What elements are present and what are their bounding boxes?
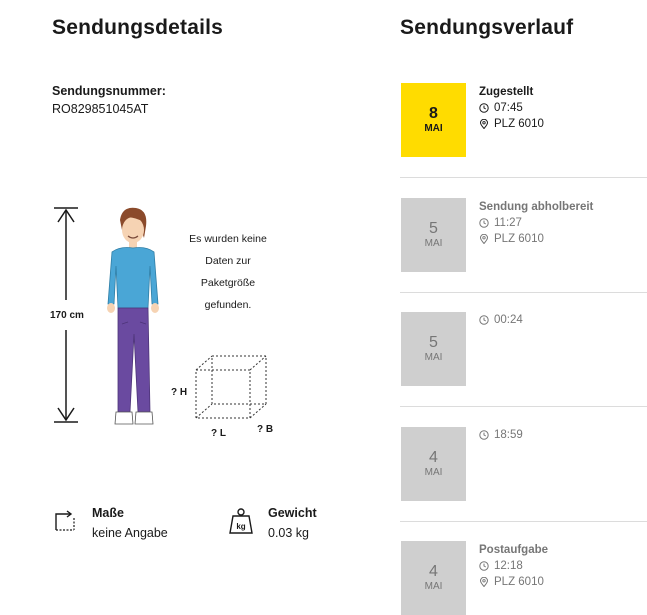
event-divider: [400, 521, 647, 522]
event-details: Postaufgabe 12:18 PLZ 6010: [479, 544, 548, 588]
event-month: MAI: [424, 123, 443, 134]
dim-width-label: ? B: [257, 424, 274, 435]
location-pin-icon: [479, 234, 489, 244]
event-status: Sendung abholbereit: [479, 201, 594, 213]
event-time: 00:24: [494, 314, 523, 326]
dim-height-label: ? H: [171, 387, 188, 398]
event-time: 12:18: [494, 560, 523, 572]
person-illustration: [107, 207, 159, 425]
event-month: MAI: [424, 467, 443, 478]
details-section: Sendungsdetails: [52, 16, 223, 40]
no-data-line-1: Es wurden keine: [189, 233, 267, 245]
event-day: 4: [429, 449, 438, 466]
event-time: 18:59: [494, 429, 523, 441]
event-divider: [400, 406, 647, 407]
details-heading: Sendungsdetails: [52, 16, 224, 39]
no-data-line-4: gefunden.: [204, 299, 252, 311]
event-date-box: 8 MAI: [401, 83, 466, 157]
size-title: Maße: [92, 506, 124, 520]
event-date-box: 5 MAI: [401, 198, 466, 272]
history-section: Sendungsverlauf: [400, 16, 573, 40]
dimensions-icon: [55, 510, 75, 531]
location-pin-icon: [479, 577, 489, 587]
shipment-number-label: Sendungsnummer:: [52, 84, 166, 98]
event-day: 5: [429, 334, 438, 351]
event-date-box: 4 MAI: [401, 427, 466, 501]
event-divider: [400, 292, 647, 293]
weight-title: Gewicht: [268, 506, 317, 520]
event-location: PLZ 6010: [494, 576, 544, 588]
shipment-number-value: RO829851045AT: [52, 102, 149, 116]
clock-icon: [479, 315, 489, 325]
event-date-box: 5 MAI: [401, 312, 466, 386]
location-pin-icon: [479, 119, 489, 129]
event-month: MAI: [424, 352, 443, 363]
event-day: 5: [429, 220, 438, 237]
event-details: 00:24: [479, 314, 523, 326]
event-status: Zugestellt: [479, 86, 534, 98]
no-data-line-2: Daten zur: [205, 255, 251, 267]
size-value: keine Angabe: [92, 526, 168, 540]
event-date-box: 4 MAI: [401, 541, 466, 615]
package-box-illustration: [195, 355, 267, 419]
height-label: 170 cm: [50, 310, 84, 321]
clock-icon: [479, 430, 489, 440]
clock-icon: [479, 103, 489, 113]
event-time: 07:45: [494, 102, 523, 114]
weight-icon: kg: [229, 508, 253, 534]
clock-icon: [479, 561, 489, 571]
weight-value: 0.03 kg: [268, 526, 310, 540]
clock-icon: [479, 218, 489, 228]
event-day: 4: [429, 563, 438, 580]
event-divider: [400, 177, 647, 178]
event-time: 11:27: [494, 217, 522, 229]
event-details: 18:59: [479, 429, 523, 441]
history-heading: Sendungsverlauf: [400, 16, 574, 39]
no-data-line-3: Paketgröße: [200, 277, 256, 289]
event-status: Postaufgabe: [479, 544, 549, 556]
event-month: MAI: [424, 581, 443, 592]
event-location: PLZ 6010: [494, 118, 544, 130]
event-details: Zugestellt 07:45 PLZ 6010: [479, 86, 544, 130]
svg-text:kg: kg: [236, 522, 245, 531]
event-month: MAI: [424, 238, 443, 249]
dim-length-label: ? L: [211, 428, 226, 439]
event-day: 8: [429, 105, 438, 122]
event-details: Sendung abholbereit 11:27 PLZ 6010: [479, 201, 593, 245]
event-location: PLZ 6010: [494, 233, 544, 245]
no-size-data-note: Es wurden keine Daten zur Paketgröße gef…: [173, 228, 283, 316]
